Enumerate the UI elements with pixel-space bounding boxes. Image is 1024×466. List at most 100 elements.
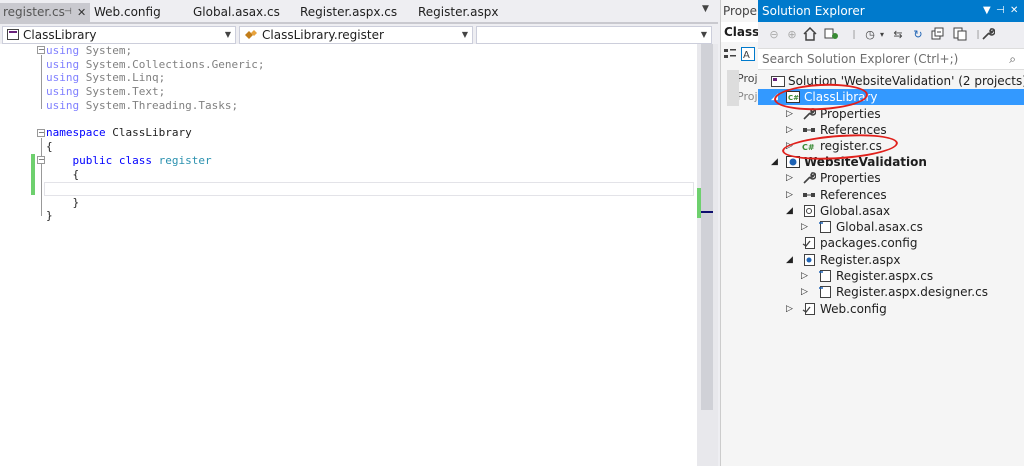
code-file-icon — [818, 269, 832, 283]
tree-item-label: Global.asax — [820, 204, 891, 218]
refresh-icon[interactable]: ↻ — [910, 27, 926, 43]
tab-list-dropdown-icon[interactable]: ▼ — [702, 4, 709, 14]
code-line: } — [46, 209, 53, 222]
code-line: using System.Linq; — [46, 71, 165, 84]
forward-icon[interactable]: ⊕ — [784, 27, 800, 43]
type-combo[interactable]: ClassLibrary.register ▼ — [239, 26, 473, 44]
expanded-icon[interactable]: ◢ — [786, 203, 793, 219]
tree-item-label: Global.asax.cs — [836, 220, 923, 234]
solution-explorer: Solution Explorer ▼ ⊣ ✕ ⊖ ⊕ | ◷ ▾ ⇆ ↻ | … — [758, 0, 1024, 466]
code-file-icon — [818, 285, 832, 299]
brace: } — [46, 196, 80, 209]
scrollbar-caret-marker — [701, 211, 713, 213]
collapse-all-icon[interactable] — [930, 27, 946, 43]
collapse-icon[interactable]: − — [37, 156, 45, 164]
tree-item-label: Web.config — [820, 302, 887, 316]
panel-title: Solution Explorer — [762, 4, 865, 18]
close-icon[interactable]: ✕ — [77, 3, 86, 22]
tree-item-label: References — [820, 188, 887, 202]
tree-item-ws-references[interactable]: ▷ References — [758, 187, 1024, 203]
keyword: namespace — [46, 126, 106, 139]
brace: { — [46, 140, 53, 153]
alphabetical-icon[interactable]: A — [741, 47, 755, 61]
search-icon[interactable]: ⌕ — [1009, 49, 1016, 69]
collapsed-icon[interactable]: ▷ — [786, 187, 793, 203]
pin-icon[interactable]: ⊣ — [996, 0, 1005, 22]
pin-icon[interactable]: ⊣ — [64, 3, 72, 22]
tree-item-label: Register.aspx.designer.cs — [836, 285, 988, 299]
code-line: public class register — [46, 154, 212, 167]
code-editor[interactable]: − − − using System; using System.Collect… — [0, 44, 718, 466]
tree-item-label: packages.config — [820, 236, 918, 250]
tree-item-label: Properties — [820, 171, 881, 185]
collapsed-icon[interactable]: ▷ — [786, 170, 793, 186]
tree-item-web-config[interactable]: ▷ Web.config — [758, 301, 1024, 317]
type-combo-value: ClassLibrary.register — [262, 28, 384, 42]
solution-tree: Solution 'WebsiteValidation' (2 projects… — [758, 71, 1024, 466]
namespace-ref: System.Text; — [79, 85, 166, 98]
tab-global-asax-cs[interactable]: Global.asax.cs — [193, 3, 280, 22]
tree-item-label: Register.aspx.cs — [836, 269, 934, 283]
class-icon — [244, 28, 258, 44]
tab-register-cs[interactable]: register.cs ⊣ ✕ — [0, 3, 90, 22]
tree-item-ws-properties[interactable]: ▷ Properties — [758, 170, 1024, 186]
collapsed-icon[interactable]: ▷ — [801, 268, 808, 284]
home-icon[interactable] — [802, 26, 818, 43]
expanded-icon[interactable]: ◢ — [771, 154, 778, 170]
tree-item-cl-references[interactable]: ▷ References — [758, 122, 1024, 138]
project-combo-value: ClassLibrary — [23, 28, 97, 42]
project-combo[interactable]: ClassLibrary ▼ — [2, 26, 236, 44]
solution-icon — [771, 74, 785, 88]
tree-item-global-asax-cs[interactable]: ▷ Global.asax.cs — [758, 219, 1024, 235]
tab-register-aspx-cs[interactable]: Register.aspx.cs — [300, 3, 397, 22]
vertical-scrollbar[interactable] — [697, 44, 718, 466]
tab-label: register.cs — [3, 5, 65, 19]
namespace-ref: System; — [79, 44, 133, 57]
collapsed-icon[interactable]: ▷ — [786, 301, 793, 317]
tab-register-aspx[interactable]: Register.aspx — [418, 3, 498, 22]
sync-icon[interactable] — [824, 27, 840, 43]
collapsed-icon[interactable]: ▷ — [786, 122, 793, 138]
solution-search-input[interactable]: Search Solution Explorer (Ctrl+;) ⌕ — [758, 48, 1024, 70]
code-line: using System.Collections.Generic; — [46, 58, 265, 71]
separator: | — [852, 30, 856, 40]
code-line: { — [46, 168, 79, 181]
properties-wrench-icon[interactable] — [980, 27, 996, 43]
keyword: using — [46, 44, 80, 57]
collapse-icon[interactable]: − — [37, 46, 45, 54]
expanded-icon[interactable]: ◢ — [786, 252, 793, 268]
properties-object[interactable]: ClassLi — [721, 22, 759, 42]
class-name: register — [158, 154, 212, 167]
tree-item-register-designer[interactable]: ▷ Register.aspx.designer.cs — [758, 284, 1024, 300]
categorized-icon[interactable] — [723, 47, 737, 61]
chevron-down-icon: ▼ — [461, 30, 468, 39]
brace: } — [46, 209, 53, 222]
scrollbar-thumb[interactable] — [701, 44, 713, 410]
project-icon — [7, 28, 19, 44]
collapsed-icon[interactable]: ▷ — [801, 219, 808, 235]
chevron-down-icon[interactable]: ▾ — [874, 27, 890, 43]
fold-guide — [41, 165, 42, 203]
keyword: using — [46, 85, 80, 98]
show-all-files-icon[interactable] — [952, 27, 968, 43]
code-line: { — [46, 140, 53, 153]
back-icon[interactable]: ⊖ — [766, 27, 782, 43]
references-icon — [802, 123, 816, 137]
close-icon[interactable]: ✕ — [1010, 0, 1018, 22]
svg-text:A: A — [743, 50, 750, 60]
collapse-icon[interactable]: − — [37, 129, 45, 137]
collapsed-icon[interactable]: ▷ — [801, 284, 808, 300]
window-position-icon[interactable]: ▼ — [983, 0, 991, 22]
tree-item-register-aspx[interactable]: ◢ Register.aspx — [758, 252, 1024, 268]
tree-item-packages-config[interactable]: packages.config — [758, 235, 1024, 251]
tab-web-config[interactable]: Web.config — [94, 3, 161, 22]
tree-item-register-aspx-cs[interactable]: ▷ Register.aspx.cs — [758, 268, 1024, 284]
tree-item-global-asax[interactable]: ◢ Global.asax — [758, 203, 1024, 219]
wrench-icon — [802, 171, 817, 185]
code-line: namespace ClassLibrary — [46, 126, 192, 139]
properties-title[interactable]: Proper — [721, 4, 759, 18]
navigation-bar: ClassLibrary ▼ ClassLibrary.register ▼ ▼ — [0, 22, 718, 44]
switch-views-icon[interactable]: ⇆ — [890, 27, 906, 43]
member-combo[interactable]: ▼ — [476, 26, 712, 44]
editor-tab-strip: register.cs ⊣ ✕ Web.config Global.asax.c… — [0, 0, 718, 22]
